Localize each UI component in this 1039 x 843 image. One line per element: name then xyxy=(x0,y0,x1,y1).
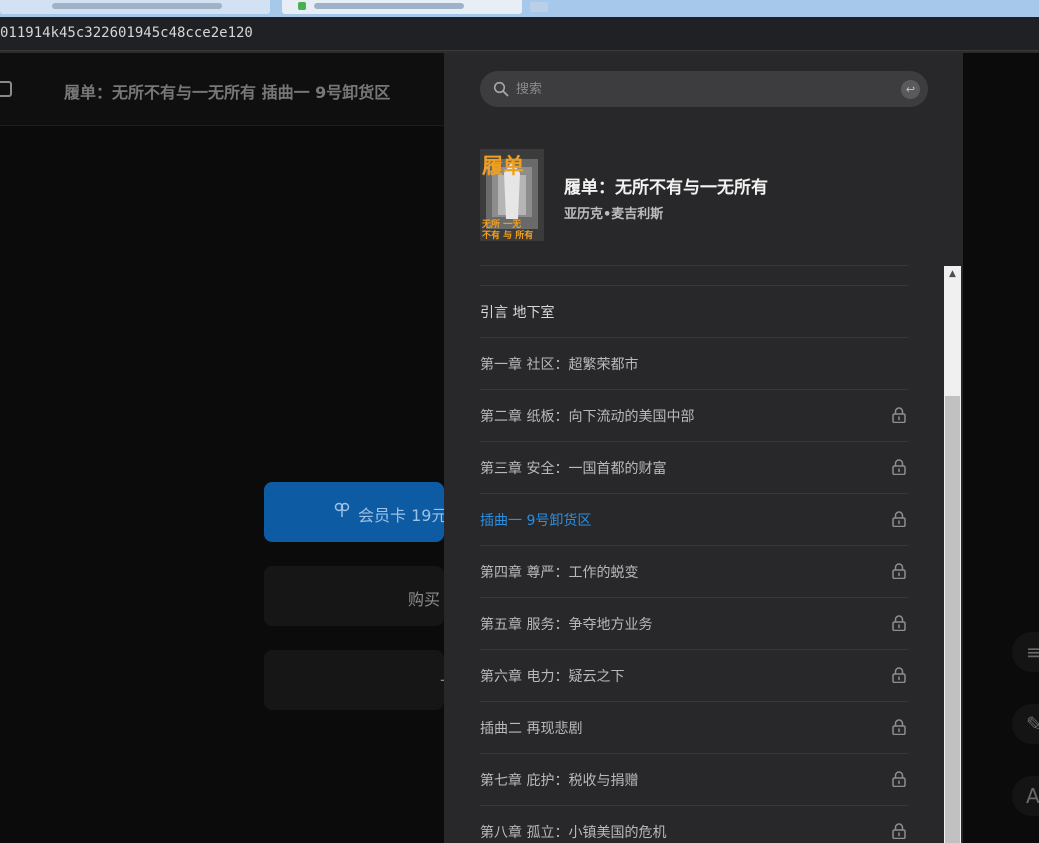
chapter-label: 第八章 孤立：小镇美国的危机 xyxy=(480,825,667,841)
tab-title-blurred xyxy=(52,3,222,9)
lock-icon xyxy=(892,615,906,631)
chapter-label: 第五章 服务：争夺地方业务 xyxy=(480,617,653,633)
scroll-up-arrow-icon[interactable]: ▲ xyxy=(944,266,961,283)
search-box[interactable]: ↩ xyxy=(480,71,928,107)
third-action-button[interactable]: - xyxy=(264,650,444,710)
chapter-item[interactable]: 第一章 社区：超繁荣都市 xyxy=(480,338,908,390)
reader-title: 履单：无所不有与一无所有 插曲一 9号卸货区 xyxy=(64,83,391,102)
lock-icon xyxy=(892,511,906,527)
url-text[interactable]: 011914k45c322601945c48cce2e120 xyxy=(0,25,253,41)
chapter-label: 第三章 安全：一国首都的财富 xyxy=(480,461,667,477)
browser-tab-inactive[interactable] xyxy=(0,0,270,14)
lock-icon xyxy=(892,459,906,475)
buy-button[interactable]: 购买 xyxy=(264,566,444,626)
cover-line-2: 不有 与 所有 xyxy=(482,229,533,241)
browser-tab-active[interactable] xyxy=(282,0,522,14)
chapter-label: 引言 地下室 xyxy=(480,305,555,321)
menu-button[interactable]: ≡ xyxy=(1012,632,1039,672)
cover-title-text: 履单 xyxy=(482,154,524,178)
chapter-item[interactable]: 插曲一 9号卸货区 xyxy=(480,494,908,546)
font-icon: A xyxy=(1026,784,1039,808)
search-input[interactable] xyxy=(516,75,886,103)
lock-icon xyxy=(892,667,906,683)
chapter-item[interactable]: 第八章 孤立：小镇美国的危机 xyxy=(480,806,908,843)
lock-icon xyxy=(892,823,906,839)
reader-header: 履单：无所不有与一无所有 插曲一 9号卸货区 xyxy=(0,53,444,126)
divider xyxy=(480,265,908,266)
browser-tab-strip xyxy=(0,0,1039,17)
chapter-label: 第一章 社区：超繁荣都市 xyxy=(480,357,639,373)
member-card-label: 会员卡 19元 xyxy=(358,506,444,525)
book-author: 亚历克•麦吉利斯 xyxy=(564,207,664,222)
buy-label: 购买 xyxy=(408,590,441,609)
scroll-thumb[interactable] xyxy=(945,396,960,843)
chapter-label: 插曲二 再现悲剧 xyxy=(480,721,583,737)
member-card-icon xyxy=(334,502,350,517)
chapter-label: 第七章 庇护：税收与捐赠 xyxy=(480,773,639,789)
book-title: 履单：无所不有与一无所有 xyxy=(564,178,768,198)
new-tab-button[interactable] xyxy=(530,2,548,12)
menu-icon: ≡ xyxy=(1026,640,1039,664)
catalog-panel: ↩ 履单 无所 一无 不有 与 所有 履单：无所不有与一无所有 亚历克•麦吉利斯… xyxy=(444,53,963,843)
note-button[interactable]: ✎ xyxy=(1012,704,1039,744)
chapter-item[interactable]: 第七章 庇护：税收与捐赠 xyxy=(480,754,908,806)
chapter-label: 第四章 尊严：工作的蜕变 xyxy=(480,565,639,581)
chapter-item[interactable]: 引言 地下室 xyxy=(480,286,908,338)
chapter-list: 引言 地下室第一章 社区：超繁荣都市第二章 纸板：向下流动的美国中部 第三章 安全… xyxy=(480,286,908,843)
book-cover[interactable]: 履单 无所 一无 不有 与 所有 xyxy=(480,149,544,241)
chapter-item[interactable]: 第六章 电力：疑云之下 xyxy=(480,650,908,702)
scrollbar[interactable]: ▲ xyxy=(944,266,961,843)
chapter-item[interactable]: 第五章 服务：争夺地方业务 xyxy=(480,598,908,650)
lock-icon xyxy=(892,719,906,735)
book-cover-art: 履单 无所 一无 不有 与 所有 xyxy=(480,149,544,241)
chapter-label: 插曲一 9号卸货区 xyxy=(480,513,592,529)
chapter-label: 第二章 纸板：向下流动的美国中部 xyxy=(480,409,695,425)
chapter-label: 第六章 电力：疑云之下 xyxy=(480,669,625,685)
font-button[interactable]: A xyxy=(1012,776,1039,816)
chapter-item[interactable]: 第四章 尊严：工作的蜕变 xyxy=(480,546,908,598)
member-card-button[interactable]: 会员卡 19元 xyxy=(264,482,444,542)
tab-title-blurred xyxy=(314,3,464,9)
chapter-item[interactable]: 第二章 纸板：向下流动的美国中部 xyxy=(480,390,908,442)
enter-icon[interactable]: ↩ xyxy=(901,80,920,99)
bookshelf-icon[interactable] xyxy=(0,81,12,97)
book-info: 履单 无所 一无 不有 与 所有 履单：无所不有与一无所有 亚历克•麦吉利斯 xyxy=(480,149,908,241)
lock-icon xyxy=(892,771,906,787)
note-icon: ✎ xyxy=(1026,712,1039,736)
tab-favicon-icon xyxy=(298,2,306,10)
lock-icon xyxy=(892,407,906,423)
search-icon xyxy=(493,81,509,97)
cover-line-1: 无所 一无 xyxy=(481,218,521,230)
address-bar[interactable]: 011914k45c322601945c48cce2e120 xyxy=(0,17,1039,51)
chapter-item[interactable]: 第三章 安全：一国首都的财富 xyxy=(480,442,908,494)
lock-icon xyxy=(892,563,906,579)
chapter-item[interactable]: 插曲二 再现悲剧 xyxy=(480,702,908,754)
